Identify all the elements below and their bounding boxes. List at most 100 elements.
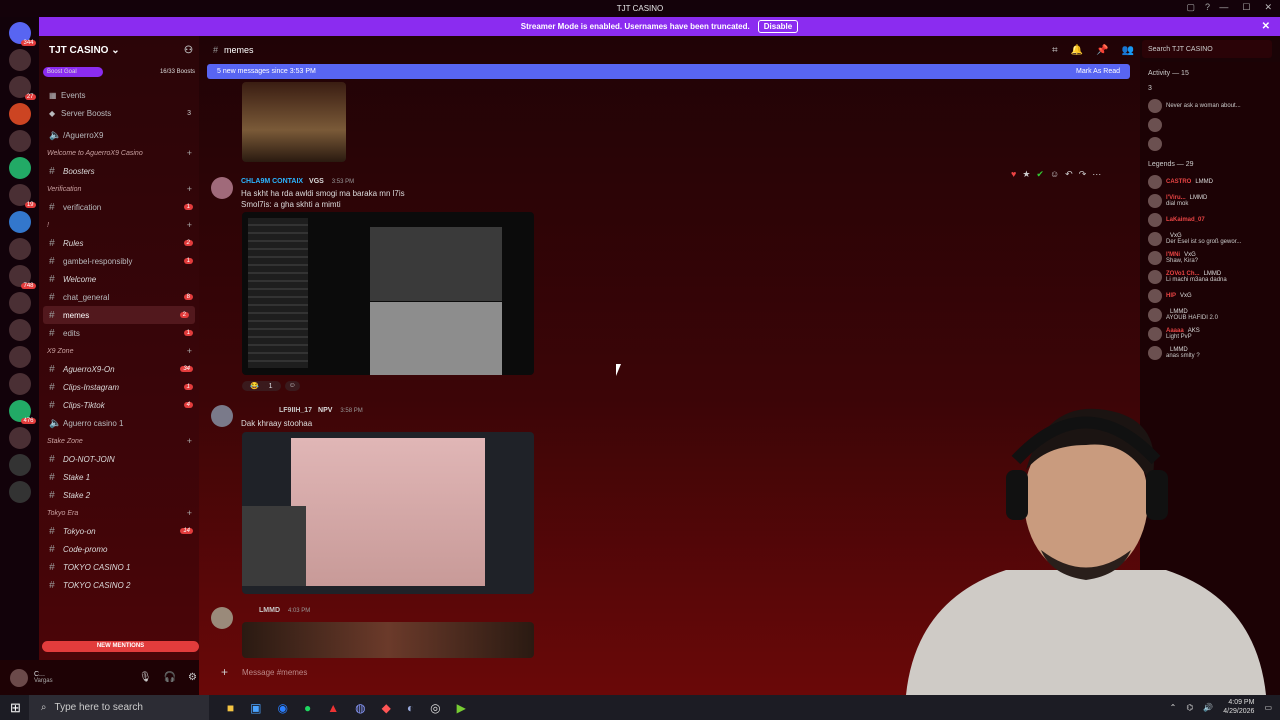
member-item[interactable]: LMMD AYOUB HAFIDI 2.0 bbox=[1140, 305, 1280, 324]
server-icon[interactable]: 27 bbox=[8, 76, 36, 100]
channel-category[interactable]: ! + bbox=[39, 216, 199, 234]
channel-item[interactable]: # Boosters bbox=[39, 162, 199, 180]
channel-item[interactable]: # Stake 1 bbox=[39, 468, 199, 486]
add-reaction-icon[interactable]: ☺ bbox=[1050, 169, 1059, 180]
spotify-icon[interactable]: ● bbox=[304, 701, 311, 715]
member-item[interactable]: l'Viru... LMMD dial mok bbox=[1140, 191, 1280, 210]
member-item[interactable] bbox=[1140, 115, 1280, 134]
message-author[interactable]: LMMD 4:03 PM bbox=[259, 607, 310, 614]
add-channel-icon[interactable]: + bbox=[187, 508, 192, 518]
reply-icon[interactable]: ↶ bbox=[1065, 169, 1073, 180]
volume-icon[interactable]: 🔊 bbox=[1203, 703, 1213, 712]
notifications-icon[interactable]: ▭ bbox=[1264, 703, 1272, 712]
sidebar-item-server-boosts[interactable]: ◆ Server Boosts 3 bbox=[39, 104, 199, 122]
star-icon[interactable]: ★ bbox=[1022, 169, 1030, 180]
new-mentions-button[interactable]: NEW MENTIONS bbox=[42, 641, 199, 652]
maximize-icon[interactable]: ☐ bbox=[1242, 2, 1250, 13]
avatar[interactable] bbox=[10, 668, 28, 687]
channel-item[interactable]: # Clips-Tiktok 4 bbox=[39, 396, 199, 414]
message-image[interactable] bbox=[242, 82, 346, 162]
add-channel-icon[interactable]: + bbox=[187, 148, 192, 158]
member-item[interactable]: CASTRO LMMD bbox=[1140, 172, 1280, 191]
channel-item[interactable]: # TOKYO CASINO 1 bbox=[39, 558, 199, 576]
store-icon[interactable]: ▣ bbox=[250, 701, 261, 715]
member-item[interactable]: Aaaaa AKS Light PvP bbox=[1140, 324, 1280, 343]
mark-as-read-button[interactable]: Mark As Read bbox=[1076, 68, 1120, 75]
headphones-icon[interactable]: 🎧 bbox=[164, 672, 176, 683]
notification-bell-icon[interactable]: 🔔 bbox=[1071, 45, 1083, 56]
new-messages-bar[interactable]: 5 new messages since 3:53 PM Mark As Rea… bbox=[207, 64, 1130, 79]
channel-item[interactable]: 🔈 Aguerro casino 1 bbox=[39, 414, 199, 432]
add-reaction-icon[interactable]: ☺ bbox=[284, 381, 300, 391]
check-icon[interactable]: ✔ bbox=[1036, 169, 1044, 180]
pin-icon[interactable]: 📌 bbox=[1096, 45, 1108, 56]
network-icon[interactable]: ⌬ bbox=[1186, 703, 1193, 712]
server-icon[interactable] bbox=[8, 49, 31, 71]
microphone-icon[interactable]: 🎙 bbox=[139, 672, 152, 683]
member-item[interactable]: LaKaimad_07 bbox=[1140, 210, 1280, 229]
avatar[interactable] bbox=[211, 405, 233, 427]
member-item[interactable]: VxG Der Esel ist so groß gewor... bbox=[1140, 229, 1280, 248]
avatar[interactable] bbox=[211, 177, 233, 199]
message-image[interactable] bbox=[242, 622, 534, 658]
message-input[interactable]: Message #memes bbox=[242, 668, 307, 677]
server-icon[interactable] bbox=[8, 373, 31, 395]
message-author[interactable]: LF9IIH_17 NPV 3:58 PM bbox=[279, 407, 363, 414]
author-name[interactable]: LF9IIH_17 bbox=[279, 407, 312, 414]
forward-icon[interactable]: ↷ bbox=[1079, 169, 1087, 180]
add-server-icon[interactable] bbox=[8, 454, 31, 476]
channel-item[interactable]: # verification 1 bbox=[39, 198, 199, 216]
server-icon[interactable]: 476 bbox=[8, 400, 36, 424]
member-item[interactable]: l'MNi VxG Shaw, Kira? bbox=[1140, 248, 1280, 267]
server-icon[interactable] bbox=[8, 211, 31, 233]
inbox-icon[interactable]: ▢ bbox=[1186, 2, 1195, 13]
invite-icon[interactable]: ⚇ bbox=[184, 45, 193, 56]
windows-start-icon[interactable]: ⊞ bbox=[10, 700, 21, 716]
add-channel-icon[interactable]: + bbox=[187, 220, 192, 230]
channel-category[interactable]: Tokyo Era + bbox=[39, 504, 199, 522]
channel-category[interactable]: Verification + bbox=[39, 180, 199, 198]
close-icon[interactable]: ✕ bbox=[1262, 21, 1270, 32]
clock[interactable]: 4:09 PM 4/29/2026 bbox=[1223, 698, 1254, 716]
add-channel-icon[interactable]: + bbox=[187, 436, 192, 446]
channel-category[interactable]: Welcome to AguerroX9 Casino + bbox=[39, 144, 199, 162]
search-input[interactable]: Search TJT CASINO bbox=[1142, 40, 1272, 58]
boost-goal[interactable]: Boost Goal 16/33 Boosts bbox=[43, 64, 195, 80]
channel-item[interactable]: # TOKYO CASINO 2 bbox=[39, 576, 199, 594]
acrobat-icon[interactable]: ▲ bbox=[327, 701, 339, 715]
message-author[interactable]: CHLA9M CONTAIX VGS 3:53 PM bbox=[241, 178, 354, 185]
settings-icon[interactable]: ⚙ bbox=[188, 672, 197, 683]
message-image[interactable] bbox=[242, 212, 534, 375]
server-icon[interactable] bbox=[8, 103, 31, 125]
threads-icon[interactable]: ⌗ bbox=[1052, 45, 1058, 56]
server-icon[interactable] bbox=[8, 292, 31, 314]
message-video[interactable] bbox=[242, 432, 534, 594]
server-icon[interactable]: 19 bbox=[8, 184, 36, 208]
tray-chevron-icon[interactable]: ⌃ bbox=[1170, 703, 1177, 712]
close-window-icon[interactable]: ✕ bbox=[1264, 2, 1272, 13]
direct-messages-icon[interactable]: 344 bbox=[8, 22, 36, 46]
plus-icon[interactable]: + bbox=[221, 665, 228, 679]
reaction[interactable]: 😂 1 bbox=[242, 381, 281, 391]
channel-item[interactable]: # gambel-responsibly 1 bbox=[39, 252, 199, 270]
channel-category[interactable]: Stake Zone + bbox=[39, 432, 199, 450]
file-explorer-icon[interactable]: ■ bbox=[227, 701, 234, 715]
server-icon[interactable] bbox=[8, 427, 31, 449]
channel-item[interactable]: # Welcome bbox=[39, 270, 199, 288]
channel-item[interactable]: # Rules 2 bbox=[39, 234, 199, 252]
member-item[interactable] bbox=[1140, 134, 1280, 153]
server-icon[interactable]: 748 bbox=[8, 265, 36, 289]
member-item[interactable]: HIP VxG bbox=[1140, 286, 1280, 305]
discord-icon[interactable]: ◍ bbox=[355, 701, 365, 715]
member-item[interactable]: LMMD anas smlty ? bbox=[1140, 343, 1280, 362]
channel-item[interactable]: # DO-NOT-JOIN bbox=[39, 450, 199, 468]
member-list-icon[interactable]: 👥 bbox=[1122, 45, 1134, 56]
member-item[interactable]: Never ask a woman about... bbox=[1140, 96, 1280, 115]
server-icon[interactable] bbox=[8, 319, 31, 341]
chrome-icon[interactable]: ◎ bbox=[430, 701, 440, 715]
server-header[interactable]: TJT CASINO ⌄ ⚇ bbox=[39, 36, 199, 64]
brave-icon[interactable]: ◆ bbox=[382, 701, 391, 715]
sidebar-item-events[interactable]: ▦ Events bbox=[39, 86, 199, 104]
channel-item[interactable]: # Stake 2 bbox=[39, 486, 199, 504]
channel-item[interactable]: # edits 1 bbox=[39, 324, 199, 342]
